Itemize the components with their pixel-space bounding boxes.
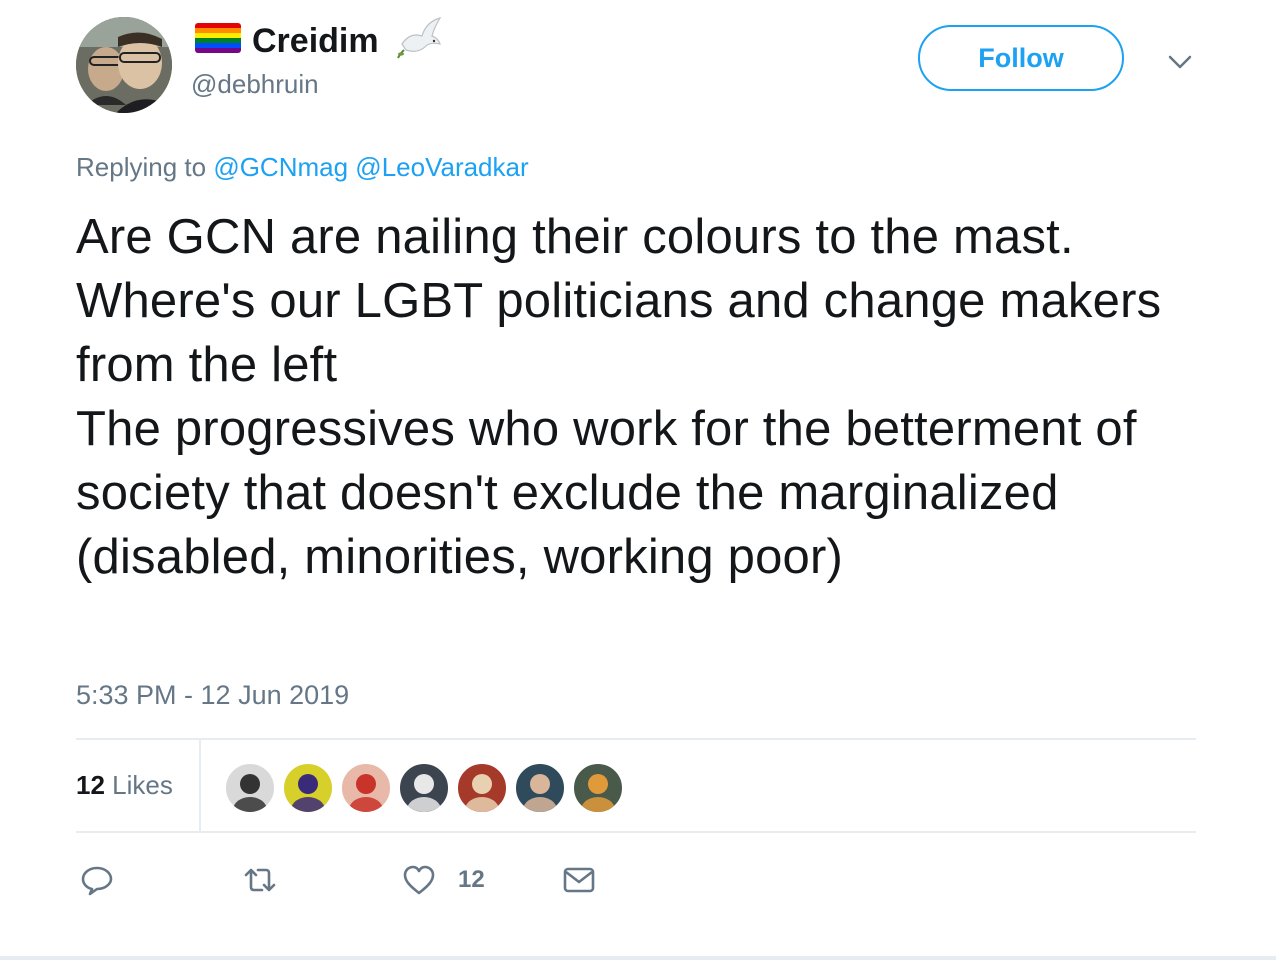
mention-link-leovaradkar[interactable]: @LeoVaradkar xyxy=(355,152,528,182)
tweet-timestamp[interactable]: 5:33 PM - 12 Jun 2019 xyxy=(76,679,349,711)
chevron-down-icon[interactable] xyxy=(1165,50,1195,74)
liker-avatar-6[interactable] xyxy=(514,762,566,814)
like-button[interactable]: 12 xyxy=(402,860,485,900)
likes-count: 12 xyxy=(76,770,105,800)
reply-button[interactable] xyxy=(80,860,114,900)
author-avatar[interactable] xyxy=(76,17,172,113)
bottom-border xyxy=(0,956,1276,960)
retweet-button[interactable] xyxy=(243,860,277,900)
divider-top xyxy=(76,738,1196,740)
dove-icon xyxy=(397,17,442,59)
heart-icon xyxy=(403,865,435,895)
envelope-icon xyxy=(563,867,595,893)
divider-bottom xyxy=(76,831,1196,833)
author-display-name[interactable]: Creidim xyxy=(252,21,379,61)
liker-avatar-1[interactable] xyxy=(224,762,276,814)
liker-avatar-5[interactable] xyxy=(456,762,508,814)
replying-prefix: Replying to xyxy=(76,152,207,182)
tweet-text: Are GCN are nailing their colours to the… xyxy=(76,210,1162,584)
like-count: 12 xyxy=(458,866,485,893)
likes-label: Likes xyxy=(112,770,173,800)
direct-message-button[interactable] xyxy=(562,860,596,900)
rainbow-flag-icon xyxy=(195,23,241,53)
liker-avatar-7[interactable] xyxy=(572,762,624,814)
author-handle[interactable]: @debhruin xyxy=(191,68,319,100)
stats-divider xyxy=(199,740,201,832)
reply-icon xyxy=(81,866,113,896)
likes-stat[interactable]: 12 Likes xyxy=(76,769,173,801)
liker-avatar-2[interactable] xyxy=(282,762,334,814)
flag-stripe xyxy=(195,48,241,53)
replying-to: Replying to @GCNmag @LeoVaradkar xyxy=(76,150,529,184)
liker-avatar-4[interactable] xyxy=(398,762,450,814)
mention-link-gcnmag[interactable]: @GCNmag xyxy=(213,152,348,182)
retweet-icon xyxy=(244,868,276,892)
follow-button[interactable]: Follow xyxy=(918,25,1124,91)
liker-avatar-3[interactable] xyxy=(340,762,392,814)
